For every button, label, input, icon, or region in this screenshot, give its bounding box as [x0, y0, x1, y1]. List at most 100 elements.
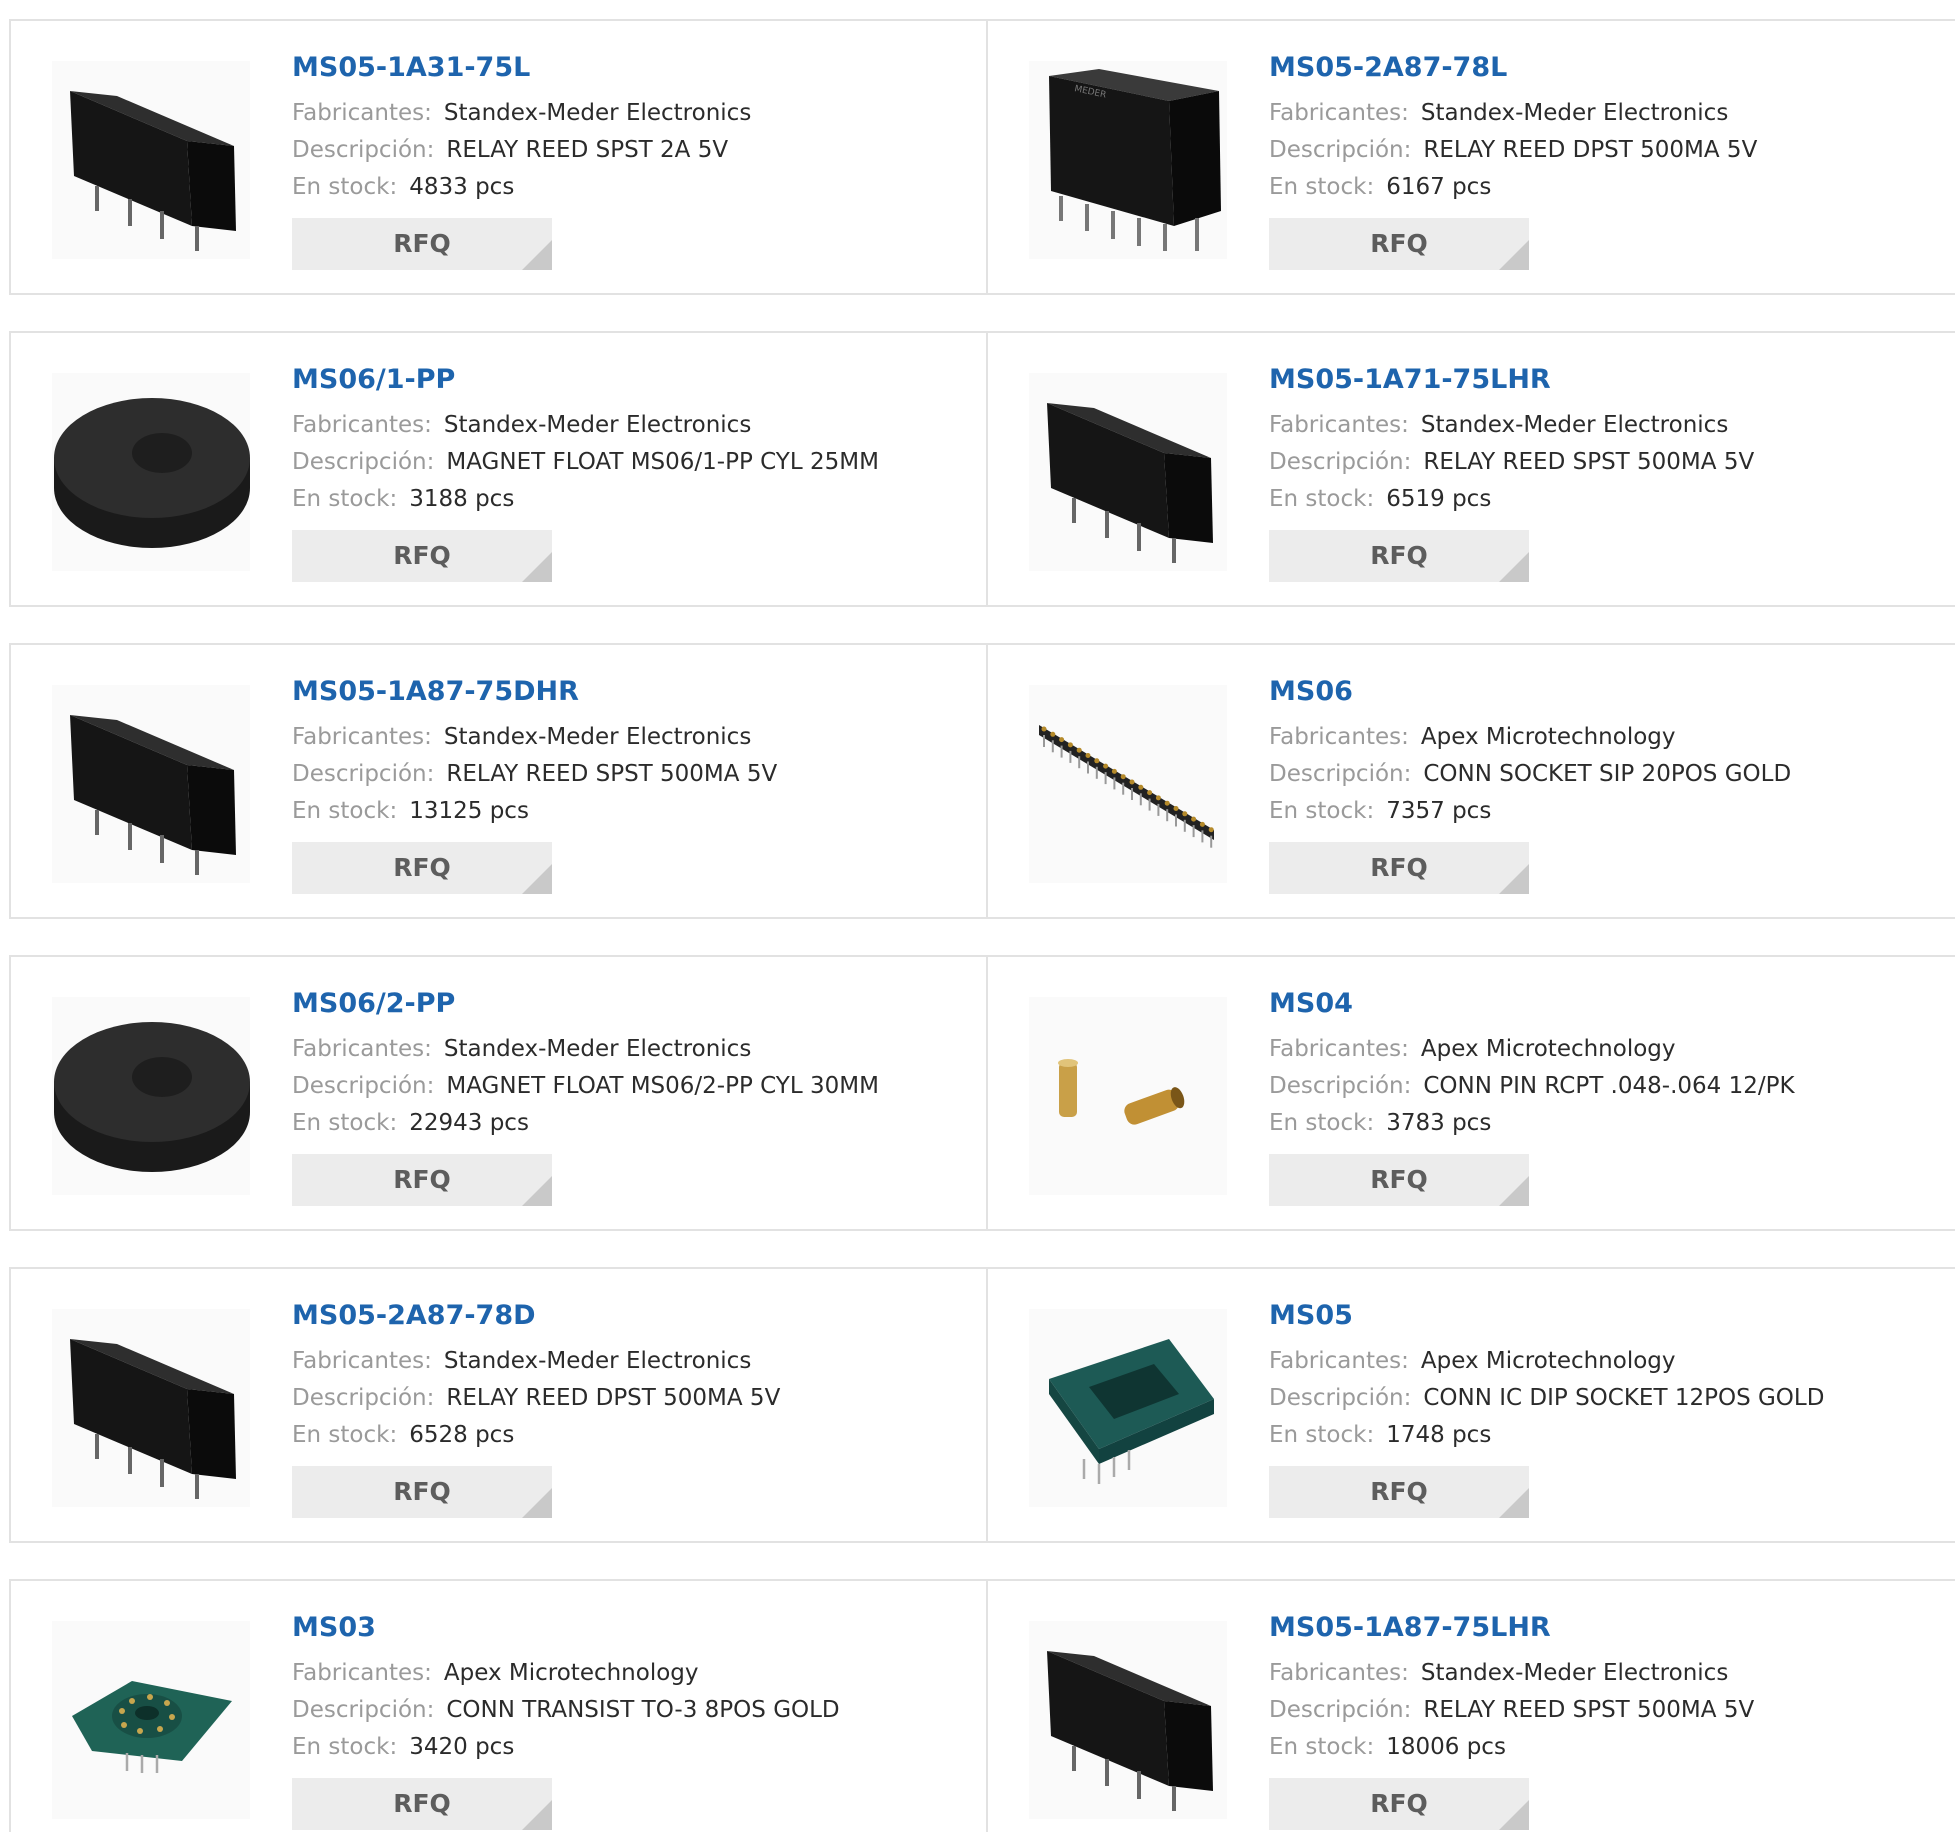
rfq-button[interactable]: RFQ: [292, 530, 552, 582]
product-title-link[interactable]: MS05-1A71-75LHR: [1269, 363, 1929, 397]
rfq-button[interactable]: RFQ: [292, 842, 552, 894]
product-info: MS06 Fabricantes: Apex Microtechnology De…: [1269, 675, 1929, 894]
product-title-link[interactable]: MS06/1-PP: [292, 363, 952, 397]
rfq-button[interactable]: RFQ: [292, 1778, 552, 1830]
product-title-link[interactable]: MS05-1A87-75DHR: [292, 675, 952, 709]
stock-unit: pcs: [1452, 1422, 1492, 1448]
product-info: MS05-1A71-75LHR Fabricantes: Standex-Mede…: [1269, 363, 1929, 582]
relay-icon[interactable]: [1029, 1621, 1227, 1819]
product-title-link[interactable]: MS05: [1269, 1299, 1929, 1333]
stock-label: En stock:: [292, 1422, 398, 1448]
description-row: Descripción: CONN TRANSIST TO-3 8POS GOLD: [292, 1692, 952, 1729]
product-card: MS05-1A87-75LHR Fabricantes: Standex-Mede…: [988, 1581, 1955, 1832]
rfq-button[interactable]: RFQ: [1269, 1778, 1529, 1830]
rfq-label: RFQ: [1370, 541, 1428, 570]
manufacturer-value: Standex-Meder Electronics: [443, 724, 752, 750]
manufacturer-label: Fabricantes:: [1269, 1348, 1409, 1374]
relay-icon[interactable]: [52, 685, 250, 883]
stock-unit: pcs: [1452, 174, 1492, 200]
to3-socket-icon[interactable]: [52, 1621, 250, 1819]
product-card: MS05-1A87-75DHR Fabricantes: Standex-Mede…: [11, 645, 988, 917]
relay-icon[interactable]: [1029, 373, 1227, 571]
description-label: Descripción:: [1269, 137, 1412, 163]
dip-socket-icon[interactable]: [1029, 1309, 1227, 1507]
description-value: RELAY REED SPST 500MA 5V: [1423, 449, 1755, 475]
stock-label: En stock:: [1269, 798, 1375, 824]
description-value: CONN PIN RCPT .048-.064 12/PK: [1423, 1073, 1795, 1099]
stock-unit: pcs: [1452, 486, 1492, 512]
relay-icon[interactable]: [52, 1309, 250, 1507]
rfq-button[interactable]: RFQ: [292, 1466, 552, 1518]
sip-socket-icon[interactable]: [1029, 685, 1227, 883]
corner-triangle-icon: [522, 1488, 552, 1518]
rfq-button[interactable]: RFQ: [1269, 530, 1529, 582]
product-row: MS06/1-PP Fabricantes: Standex-Meder Elec…: [9, 331, 1955, 607]
manufacturer-value: Standex-Meder Electronics: [443, 1036, 752, 1062]
product-card: MS05-1A71-75LHR Fabricantes: Standex-Mede…: [988, 333, 1955, 605]
rfq-button[interactable]: RFQ: [292, 218, 552, 270]
product-title-link[interactable]: MS04: [1269, 987, 1929, 1021]
description-row: Descripción: RELAY REED DPST 500MA 5V: [1269, 132, 1929, 169]
description-value: MAGNET FLOAT MS06/2-PP CYL 30MM: [446, 1073, 879, 1099]
description-value: RELAY REED SPST 500MA 5V: [1423, 1697, 1755, 1723]
product-title-link[interactable]: MS06/2-PP: [292, 987, 952, 1021]
stock-unit: pcs: [489, 1110, 529, 1136]
manufacturer-value: Standex-Meder Electronics: [443, 1348, 752, 1374]
manufacturer-row: Fabricantes: Apex Microtechnology: [1269, 1031, 1929, 1068]
rfq-button[interactable]: RFQ: [292, 1154, 552, 1206]
relay-icon[interactable]: [52, 61, 250, 259]
stock-label: En stock:: [1269, 1110, 1375, 1136]
stock-unit: pcs: [475, 486, 515, 512]
rfq-button[interactable]: RFQ: [1269, 218, 1529, 270]
corner-triangle-icon: [1499, 1488, 1529, 1518]
magnet-float-icon[interactable]: [52, 373, 250, 571]
description-row: Descripción: CONN IC DIP SOCKET 12POS GOL…: [1269, 1380, 1929, 1417]
description-value: CONN SOCKET SIP 20POS GOLD: [1423, 761, 1792, 787]
description-label: Descripción:: [292, 1385, 435, 1411]
product-title-link[interactable]: MS05-1A87-75LHR: [1269, 1611, 1929, 1645]
rfq-label: RFQ: [1370, 229, 1428, 258]
stock-row: En stock: 1748 pcs: [1269, 1417, 1929, 1454]
stock-row: En stock: 6528 pcs: [292, 1417, 952, 1454]
description-label: Descripción:: [292, 1073, 435, 1099]
product-card: MS05-1A31-75L Fabricantes: Standex-Meder …: [11, 21, 988, 293]
description-label: Descripción:: [292, 449, 435, 475]
product-info: MS06/1-PP Fabricantes: Standex-Meder Elec…: [292, 363, 952, 582]
manufacturer-row: Fabricantes: Standex-Meder Electronics: [292, 407, 952, 444]
description-row: Descripción: CONN PIN RCPT .048-.064 12/P…: [1269, 1068, 1929, 1105]
product-card: MS05-2A87-78D Fabricantes: Standex-Meder …: [11, 1269, 988, 1541]
description-row: Descripción: MAGNET FLOAT MS06/2-PP CYL 3…: [292, 1068, 952, 1105]
product-title-link[interactable]: MS03: [292, 1611, 952, 1645]
stock-row: En stock: 3188 pcs: [292, 481, 952, 518]
pin-receptacle-icon[interactable]: [1029, 997, 1227, 1195]
description-row: Descripción: RELAY REED SPST 500MA 5V: [292, 756, 952, 793]
rfq-label: RFQ: [1370, 1789, 1428, 1818]
stock-row: En stock: 6519 pcs: [1269, 481, 1929, 518]
product-info: MS05-2A87-78D Fabricantes: Standex-Meder …: [292, 1299, 952, 1518]
manufacturer-value: Standex-Meder Electronics: [443, 412, 752, 438]
product-card: MEDER MS05-2A87-78L Fabricantes: Standex-…: [988, 21, 1955, 293]
relay-tall-icon[interactable]: MEDER: [1029, 61, 1227, 259]
rfq-button[interactable]: RFQ: [1269, 1154, 1529, 1206]
magnet-float-icon[interactable]: [52, 997, 250, 1195]
stock-row: En stock: 4833 pcs: [292, 169, 952, 206]
rfq-button[interactable]: RFQ: [1269, 842, 1529, 894]
stock-value: 18006: [1386, 1734, 1460, 1760]
manufacturer-label: Fabricantes:: [292, 724, 432, 750]
stock-unit: pcs: [475, 1734, 515, 1760]
product-title-link[interactable]: MS05-2A87-78D: [292, 1299, 952, 1333]
rfq-label: RFQ: [393, 229, 451, 258]
manufacturer-value: Apex Microtechnology: [1420, 1036, 1676, 1062]
stock-row: En stock: 13125 pcs: [292, 793, 952, 830]
product-title-link[interactable]: MS06: [1269, 675, 1929, 709]
rfq-button[interactable]: RFQ: [1269, 1466, 1529, 1518]
product-title-link[interactable]: MS05-2A87-78L: [1269, 51, 1929, 85]
rfq-label: RFQ: [393, 1477, 451, 1506]
rfq-label: RFQ: [393, 541, 451, 570]
manufacturer-label: Fabricantes:: [292, 100, 432, 126]
stock-label: En stock:: [292, 1110, 398, 1136]
product-title-link[interactable]: MS05-1A31-75L: [292, 51, 952, 85]
product-card: MS03 Fabricantes: Apex Microtechnology De…: [11, 1581, 988, 1832]
product-info: MS05-2A87-78L Fabricantes: Standex-Meder …: [1269, 51, 1929, 270]
manufacturer-value: Apex Microtechnology: [443, 1660, 699, 1686]
